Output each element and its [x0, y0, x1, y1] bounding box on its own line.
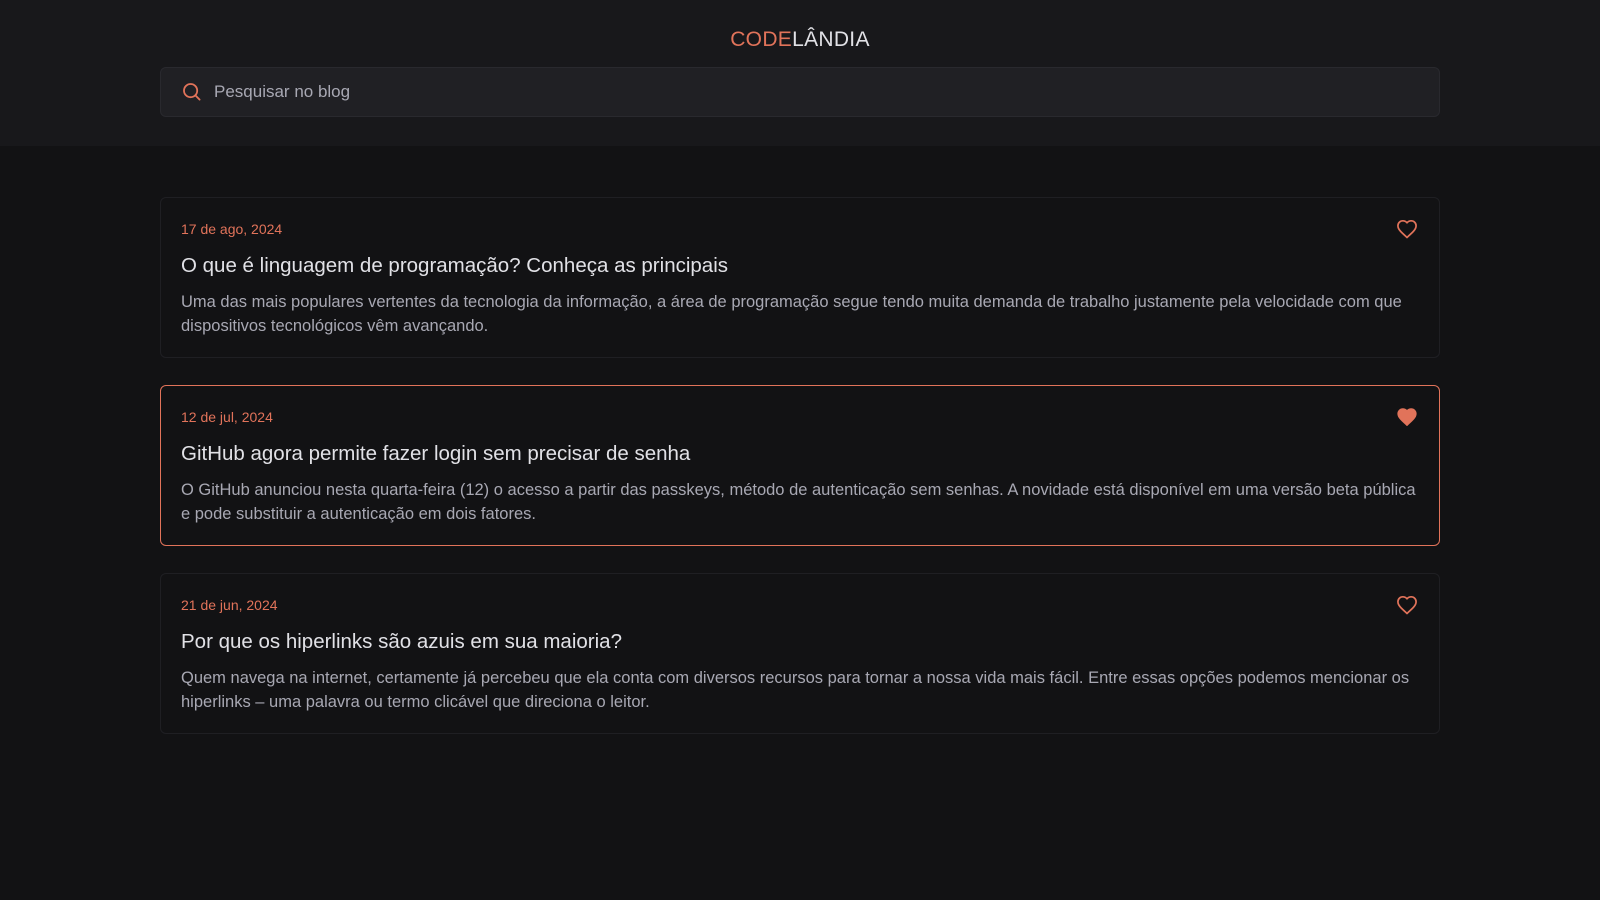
post-title[interactable]: O que é linguagem de programação? Conheç… [181, 253, 1419, 279]
search-bar[interactable] [160, 67, 1440, 117]
post-excerpt: O GitHub anunciou nesta quarta-feira (12… [181, 481, 1416, 523]
post-excerpt: Quem navega na internet, certamente já p… [181, 669, 1410, 711]
logo-code-text: CODE [730, 28, 793, 51]
search-input[interactable] [214, 72, 1439, 112]
heart-outline-icon[interactable] [1396, 218, 1418, 240]
post-date: 17 de ago, 2024 [181, 221, 283, 237]
post-title[interactable]: Por que os hiperlinks são azuis em sua m… [181, 629, 1419, 655]
heart-outline-icon[interactable] [1396, 594, 1418, 616]
post-title[interactable]: GitHub agora permite fazer login sem pre… [181, 441, 1419, 467]
post-date: 12 de jul, 2024 [181, 409, 273, 425]
post-excerpt: Uma das mais populares vertentes da tecn… [181, 293, 1402, 335]
logo[interactable]: CODELÂNDIA [0, 27, 1600, 53]
search-icon [182, 82, 202, 102]
post-card[interactable]: 21 de jun, 2024 Por que os hiperlinks sã… [160, 573, 1440, 734]
posts-list: 17 de ago, 2024 O que é linguagem de pro… [160, 197, 1440, 761]
heart-filled-icon[interactable] [1396, 406, 1418, 428]
site-header: CODELÂNDIA [0, 0, 1600, 146]
post-date: 21 de jun, 2024 [181, 597, 278, 613]
post-card[interactable]: 17 de ago, 2024 O que é linguagem de pro… [160, 197, 1440, 358]
logo-landia-text: LÂNDIA [792, 28, 870, 51]
post-card[interactable]: 12 de jul, 2024 GitHub agora permite faz… [160, 385, 1440, 546]
